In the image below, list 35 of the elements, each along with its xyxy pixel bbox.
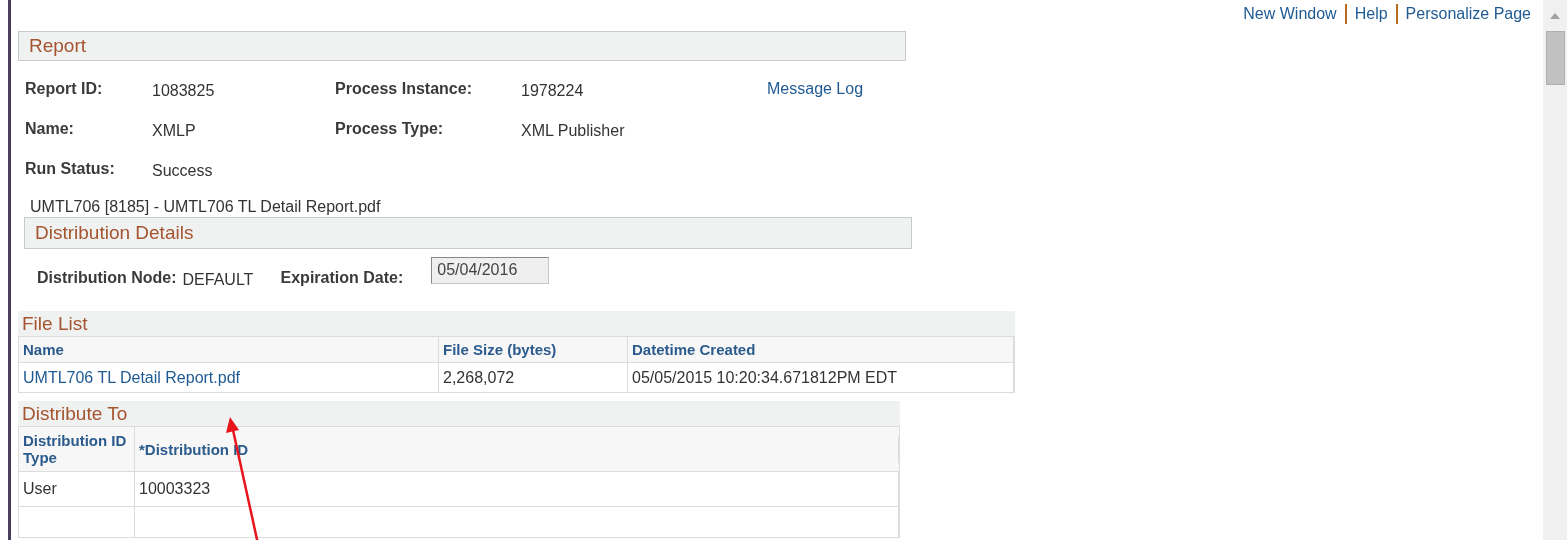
- section-title: Distribution Details: [34, 222, 194, 244]
- field-value: DEFAULT: [182, 269, 255, 289]
- table-cell: 05/05/2015 10:20:34.671812PM EDT: [628, 363, 1014, 392]
- column-header: Name: [19, 337, 439, 362]
- table-cell: 2,268,072: [439, 363, 628, 392]
- file-link[interactable]: UMTL706 TL Detail Report.pdf: [23, 368, 240, 387]
- field-label: Name:: [25, 120, 75, 138]
- grid-title: Distribute To: [18, 401, 900, 426]
- field-value: XMLP: [152, 120, 197, 140]
- message-log-link[interactable]: Message Log: [767, 80, 1543, 98]
- field-value: XML Publisher: [521, 120, 626, 140]
- header-link[interactable]: New Window: [1243, 5, 1337, 23]
- field-label: Distribution Node:: [37, 269, 177, 287]
- header-link[interactable]: Help: [1354, 5, 1388, 23]
- table-cell: 10003323: [135, 472, 899, 506]
- column-header: File Size (bytes): [439, 337, 628, 362]
- table-cell: User: [19, 472, 135, 506]
- section-title: Report: [28, 35, 87, 57]
- field-value: Success: [152, 160, 214, 180]
- header-link[interactable]: Personalize Page: [1405, 5, 1531, 23]
- file-caption: UMTL706 [8185] - UMTL706 TL Detail Report.pdf: [29, 197, 382, 217]
- date-field: 05/04/2016: [431, 256, 550, 284]
- column-header: Distribution ID Type: [19, 427, 135, 471]
- field-value: 1978224: [521, 80, 585, 100]
- field-label: Process Instance:: [335, 80, 473, 98]
- field-label: Process Type:: [335, 120, 445, 138]
- column-header: Datetime Created: [628, 337, 1014, 362]
- field-label: Run Status:: [25, 160, 116, 178]
- field-value: 1083825: [152, 80, 216, 100]
- scroll-thumb[interactable]: [1545, 31, 1565, 85]
- field-label: Report ID:: [25, 80, 104, 98]
- grid-title: File List: [18, 311, 1015, 336]
- scrollbar[interactable]: [1543, 0, 1567, 540]
- field-label: Expiration Date:: [280, 269, 404, 287]
- scroll-up-icon[interactable]: [1550, 13, 1560, 19]
